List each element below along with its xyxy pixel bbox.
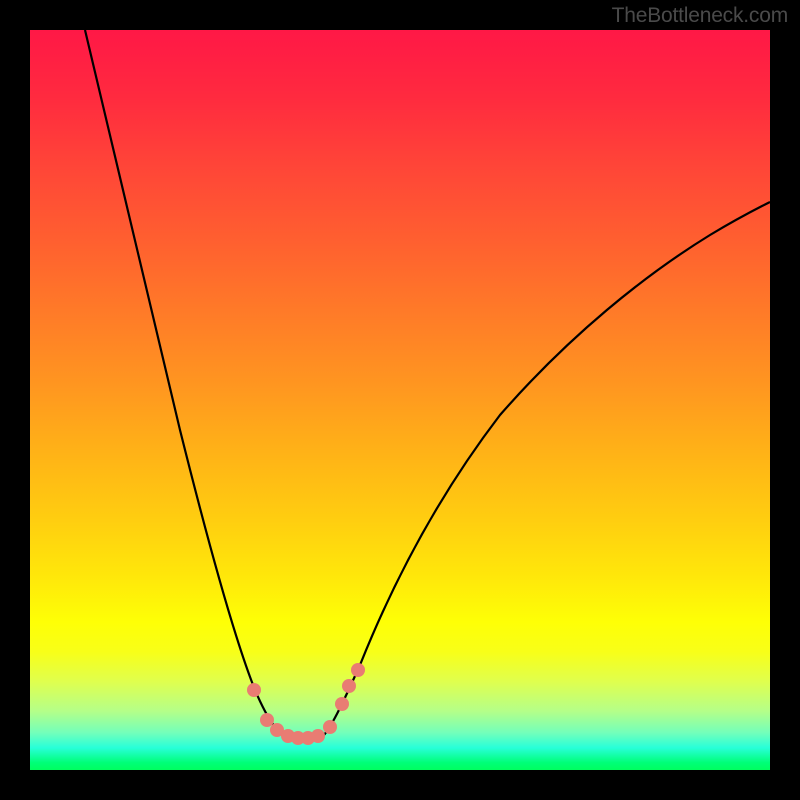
right-branch bbox=[322, 202, 770, 737]
outer-frame: TheBottleneck.com bbox=[0, 0, 800, 800]
marker-dot bbox=[342, 679, 356, 693]
marker-dot bbox=[247, 683, 261, 697]
marker-dot bbox=[323, 720, 337, 734]
marker-dot bbox=[311, 729, 325, 743]
marker-dot bbox=[351, 663, 365, 677]
marker-dot bbox=[335, 697, 349, 711]
plot-area bbox=[30, 30, 770, 770]
marker-group bbox=[247, 663, 365, 745]
watermark-text: TheBottleneck.com bbox=[612, 4, 788, 28]
left-branch bbox=[85, 30, 288, 737]
curve-overlay bbox=[30, 30, 770, 770]
marker-dot bbox=[260, 713, 274, 727]
